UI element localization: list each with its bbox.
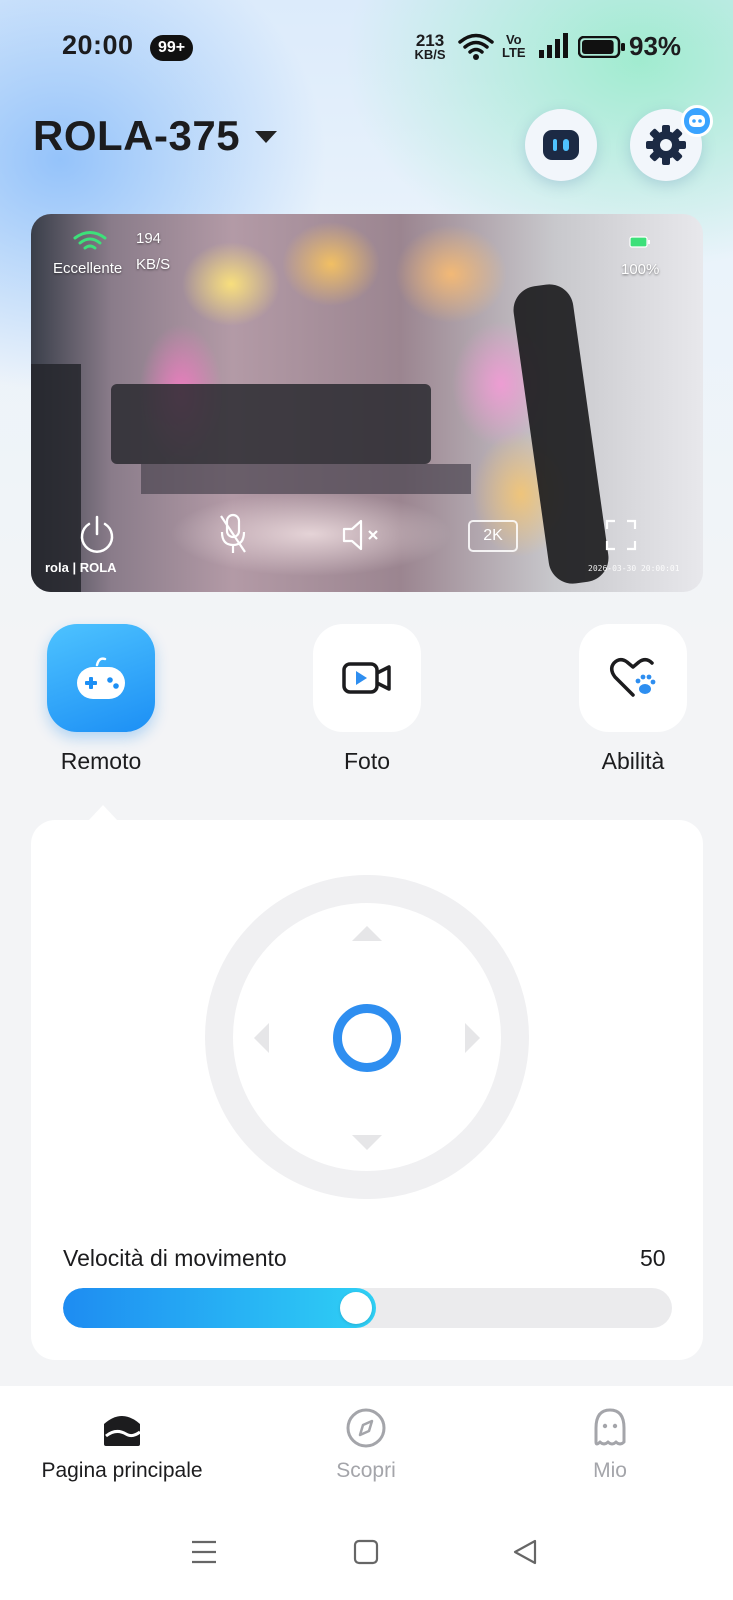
video-scene-gpu — [111, 384, 431, 464]
live-video-feed[interactable]: Eccellente 194 KB/S 100% 2K rola | ROLA … — [31, 214, 703, 592]
resolution-button[interactable]: 2K — [468, 520, 518, 552]
wifi-quality-label: Eccellente — [53, 260, 123, 277]
bottom-navigation: Pagina principale Scopri Mio — [0, 1386, 733, 1600]
nav-home[interactable]: Pagina principale — [0, 1406, 244, 1483]
arrow-up-icon[interactable] — [352, 926, 382, 941]
notification-badge: 99+ — [150, 35, 194, 61]
skills-mode-button[interactable] — [579, 624, 687, 732]
nav-discover[interactable]: Scopri — [244, 1406, 488, 1483]
volte-bottom: LTE — [502, 45, 526, 60]
battery-percent: 93% — [629, 31, 682, 61]
arrow-left-icon[interactable] — [254, 1023, 269, 1053]
system-menu-icon[interactable] — [189, 1538, 219, 1566]
bitrate-value: 194 — [136, 230, 162, 247]
speed-slider-fill — [63, 1288, 376, 1328]
skills-mode-label: Abilità — [601, 748, 665, 774]
video-camera-icon — [342, 662, 391, 694]
battery-icon — [578, 36, 625, 58]
nav-profile[interactable]: Mio — [488, 1406, 732, 1483]
settings-notification-badge — [681, 105, 713, 137]
speed-slider-thumb[interactable] — [340, 1292, 372, 1324]
arrow-down-icon[interactable] — [352, 1135, 382, 1150]
volte-indicator: Vo LTE — [502, 33, 526, 59]
speed-label: Velocità di movimento — [63, 1245, 287, 1271]
robot-battery-icon — [629, 236, 650, 248]
device-dropdown-caret-icon[interactable] — [255, 131, 277, 143]
wifi-signal-icon — [73, 231, 107, 250]
video-scene-left — [31, 364, 81, 592]
arrow-right-icon[interactable] — [465, 1023, 480, 1053]
compass-icon — [346, 1408, 386, 1448]
power-icon[interactable] — [77, 514, 117, 556]
photo-mode-button[interactable] — [313, 624, 421, 732]
gear-icon — [646, 125, 686, 165]
robot-badge-icon — [689, 115, 705, 127]
nav-home-label: Pagina principale — [41, 1459, 203, 1482]
joystick-knob[interactable] — [333, 1004, 401, 1072]
nav-profile-label: Mio — [593, 1459, 627, 1482]
signal-icon — [539, 33, 568, 58]
home-icon — [104, 1416, 141, 1446]
wifi-icon — [458, 33, 494, 60]
fullscreen-icon[interactable] — [605, 519, 637, 551]
system-back-icon[interactable] — [511, 1538, 539, 1566]
video-timestamp: 2026-03-30 20:00:01 — [588, 564, 680, 573]
bitrate-unit: KB/S — [136, 256, 171, 273]
device-name[interactable]: ROLA-375 — [33, 112, 240, 160]
video-scene-tripod — [510, 281, 612, 587]
nav-discover-label: Scopri — [336, 1459, 396, 1482]
photo-mode-label: Foto — [343, 748, 391, 774]
network-speed-unit: KB/S — [414, 47, 446, 62]
robot-face-icon — [543, 130, 579, 160]
profile-icon — [594, 1408, 626, 1446]
network-speed: 213 KB/S — [413, 32, 447, 62]
speaker-muted-icon[interactable] — [341, 518, 383, 552]
system-home-icon[interactable] — [352, 1538, 380, 1566]
heart-paw-icon — [610, 658, 656, 697]
robot-assistant-button[interactable] — [525, 109, 597, 181]
remote-mode-button[interactable] — [47, 624, 155, 732]
video-brand-watermark: rola | ROLA — [45, 560, 117, 575]
video-scene-base — [141, 464, 471, 494]
remote-mode-label: Remoto — [60, 748, 142, 774]
panel-pointer — [88, 805, 118, 821]
gamepad-icon — [77, 657, 125, 699]
status-bar: 20:00 99+ 213 KB/S Vo LTE 93% — [0, 0, 733, 95]
microphone-muted-icon[interactable] — [217, 512, 249, 556]
speed-value: 50 — [640, 1245, 666, 1271]
status-time: 20:00 — [62, 30, 134, 60]
robot-battery-percent: 100% — [621, 261, 660, 278]
